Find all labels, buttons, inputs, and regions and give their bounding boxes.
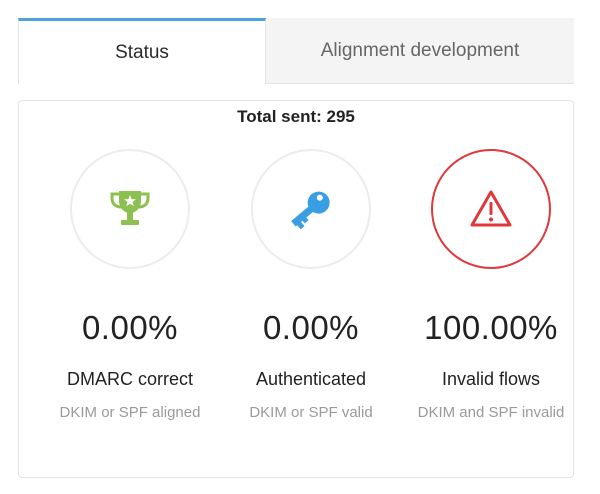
trophy-icon [110,191,150,225]
warning-icon-circle [431,149,551,269]
tab-alignment-development[interactable]: Alignment development [266,18,574,84]
dmarc-correct-label: DMARC correct [66,369,193,389]
authenticated-card: 0.00% Authenticated DKIM or SPF valid [217,149,387,479]
invalid-flows-value: 100.00% [424,309,558,346]
trophy-icon-circle [70,149,190,269]
key-icon-circle [251,149,371,269]
warning-icon [470,190,512,227]
key-icon [291,191,330,230]
tab-bar: Status Alignment development [18,18,574,84]
total-sent: Total sent: 295 [237,107,355,126]
authenticated-sublabel: DKIM or SPF valid [249,404,373,421]
invalid-flows-label: Invalid flows [441,369,541,389]
dmarc-correct-sublabel: DKIM or SPF aligned [59,404,201,421]
authenticated-label: Authenticated [255,369,367,389]
invalid-flows-sublabel: DKIM and SPF invalid [417,404,565,421]
status-panel: Total sent: 295 0.00% DMARC correct DKIM… [18,100,574,478]
invalid-flows-card: 100.00% Invalid flows DKIM and SPF inval… [397,149,567,479]
status-widget: Status Alignment development Total sent:… [18,18,574,478]
authenticated-value: 0.00% [262,309,360,346]
tab-status[interactable]: Status [18,18,266,84]
dmarc-correct-value: 0.00% [81,309,179,346]
dmarc-correct-card: 0.00% DMARC correct DKIM or SPF aligned [36,149,206,479]
